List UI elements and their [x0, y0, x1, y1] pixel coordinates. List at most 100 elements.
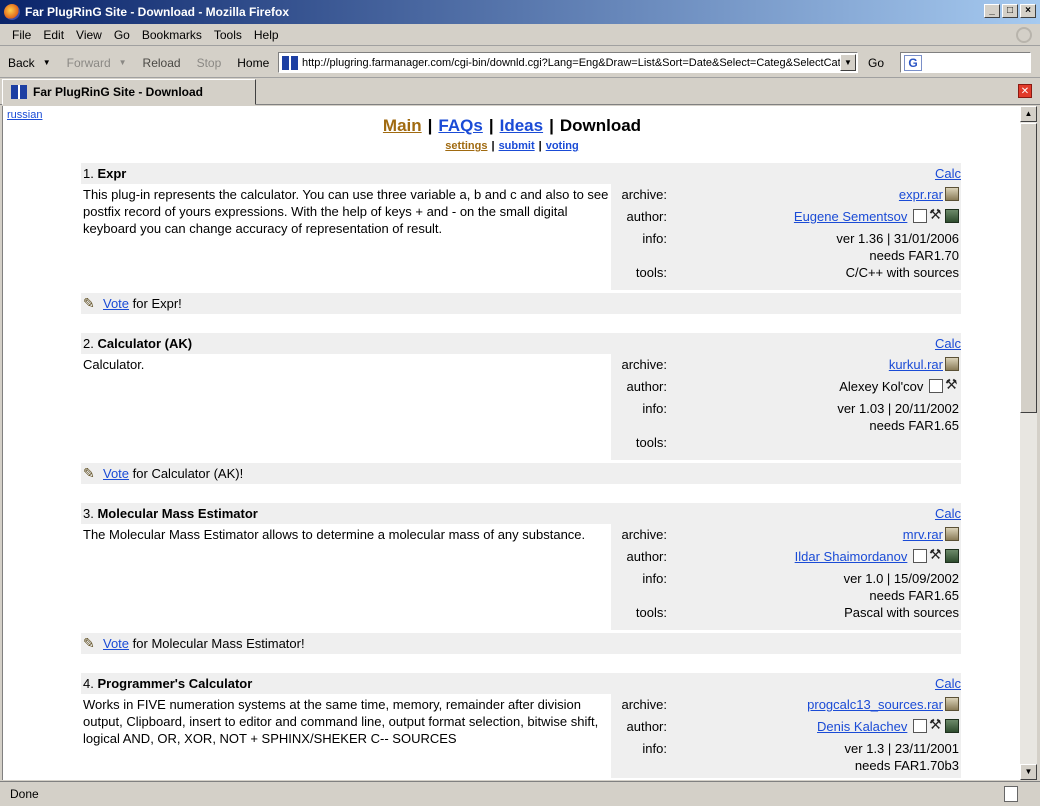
archive-link[interactable]: progcalc13_sources.rar	[807, 697, 943, 712]
google-search-icon[interactable]: G	[904, 54, 922, 71]
close-tab-icon[interactable]: ✕	[1018, 84, 1032, 98]
firefox-icon	[4, 4, 20, 20]
entry-body: Works in FIVE numeration systems at the …	[81, 694, 961, 778]
menu-go[interactable]: Go	[108, 28, 136, 42]
scroll-down-icon[interactable]: ▼	[1020, 764, 1037, 780]
note-icon[interactable]	[913, 719, 927, 733]
archive-label: archive:	[621, 357, 667, 372]
vote-icon	[83, 295, 99, 312]
vertical-scrollbar[interactable]: ▲ ▼	[1020, 106, 1037, 780]
entry-meta: archive: expr.rar author: Eugene Sementsov…	[611, 184, 961, 290]
reload-button[interactable]: Reload	[135, 56, 189, 70]
download-icon[interactable]	[945, 527, 959, 541]
forward-button[interactable]: Forward ▼	[59, 56, 135, 70]
forward-label: Forward	[66, 55, 111, 70]
menu-view[interactable]: View	[70, 28, 108, 42]
scroll-up-icon[interactable]: ▲	[1020, 106, 1037, 122]
tab-favicon-icon	[11, 85, 27, 99]
category-link[interactable]: Calc	[935, 506, 961, 521]
requirement: needs FAR1.70	[869, 248, 959, 263]
version-date: ver 1.36 | 31/01/2006	[836, 231, 959, 246]
note-icon[interactable]	[913, 549, 927, 563]
tools-icon[interactable]	[945, 376, 959, 393]
menu-tools[interactable]: Tools	[208, 28, 248, 42]
archive-link[interactable]: expr.rar	[899, 187, 943, 202]
address-dropdown-icon[interactable]: ▼	[840, 54, 856, 71]
entry-description: This plug-in represents the calculator. …	[83, 187, 609, 236]
vote-for-text: for Calculator (AK)!	[132, 466, 244, 481]
vote-link[interactable]: Vote	[103, 636, 129, 651]
vote-for-text: for Molecular Mass Estimator!	[132, 636, 305, 651]
address-url[interactable]: http://plugring.farmanager.com/cgi-bin/d…	[302, 57, 840, 69]
stop-button[interactable]: Stop	[189, 56, 230, 70]
mail-icon[interactable]	[945, 549, 959, 563]
forward-dropdown-icon[interactable]: ▼	[119, 58, 127, 67]
nav-ideas-link[interactable]: Ideas	[500, 116, 543, 135]
author-label: author:	[626, 209, 667, 224]
nav-separator: |	[549, 116, 554, 135]
back-dropdown-icon[interactable]: ▼	[43, 58, 51, 67]
page-info-icon[interactable]	[1004, 786, 1018, 802]
mail-icon[interactable]	[945, 719, 959, 733]
tools-icon[interactable]	[929, 716, 943, 733]
entry-meta: archive: progcalc13_sources.rar author: De…	[611, 694, 961, 778]
search-input[interactable]: G	[900, 52, 1031, 73]
menu-file[interactable]: File	[6, 28, 37, 42]
author-link[interactable]: Denis Kalachev	[817, 719, 907, 734]
menu-bookmarks[interactable]: Bookmarks	[136, 28, 208, 42]
author-name: Alexey Kol'cov	[839, 379, 924, 394]
back-label: Back	[8, 55, 35, 70]
vote-icon	[83, 635, 99, 652]
back-button[interactable]: Back ▼	[0, 56, 59, 70]
download-icon[interactable]	[945, 357, 959, 371]
archive-link[interactable]: kurkul.rar	[889, 357, 943, 372]
nav-separator: |	[488, 116, 494, 135]
entry-meta: archive: mrv.rar author: Ildar Shaimordano…	[611, 524, 961, 630]
download-icon[interactable]	[945, 697, 959, 711]
category-link[interactable]: Calc	[935, 336, 961, 351]
vote-for-text: for Expr!	[132, 296, 182, 311]
settings-link[interactable]: settings	[445, 140, 487, 152]
voting-link[interactable]: voting	[546, 140, 579, 152]
tab-download[interactable]: Far PlugRinG Site - Download	[2, 79, 256, 105]
author-link[interactable]: Eugene Sementsov	[794, 209, 907, 224]
entry-title: Molecular Mass Estimator	[97, 506, 258, 521]
nav-main-link[interactable]: Main	[383, 116, 422, 135]
submit-link[interactable]: submit	[499, 140, 535, 152]
archive-link[interactable]: mrv.rar	[903, 527, 943, 542]
download-icon[interactable]	[945, 187, 959, 201]
home-button[interactable]: Home	[229, 56, 277, 70]
category-link[interactable]: Calc	[935, 166, 961, 181]
status-bar: Done	[0, 781, 1040, 806]
note-icon[interactable]	[929, 379, 943, 393]
plugin-entry: 3. Molecular Mass Estimator Calc The Mol…	[81, 503, 961, 654]
info-label: info:	[642, 401, 667, 416]
subnav-separator: |	[491, 140, 495, 152]
tools-icon[interactable]	[929, 206, 943, 223]
menu-edit[interactable]: Edit	[37, 28, 70, 42]
minimize-icon[interactable]: _	[984, 4, 1000, 18]
go-button[interactable]: Go	[868, 56, 884, 70]
address-bar[interactable]: http://plugring.farmanager.com/cgi-bin/d…	[278, 52, 858, 73]
category-link[interactable]: Calc	[935, 676, 961, 691]
tools-label: tools:	[635, 265, 667, 280]
vote-row: Vote for Calculator (AK)!	[81, 463, 961, 484]
vote-link[interactable]: Vote	[103, 296, 129, 311]
note-icon[interactable]	[913, 209, 927, 223]
close-icon[interactable]: ×	[1020, 4, 1036, 18]
tools-value: Pascal with sources	[844, 605, 959, 620]
window-titlebar: Far PlugRinG Site - Download - Mozilla F…	[0, 0, 1040, 24]
entry-description: The Molecular Mass Estimator allows to d…	[83, 527, 586, 542]
version-date: ver 1.03 | 20/11/2002	[837, 401, 959, 416]
tab-title: Far PlugRinG Site - Download	[33, 85, 204, 99]
nav-faqs-link[interactable]: FAQs	[438, 116, 482, 135]
menu-help[interactable]: Help	[248, 28, 285, 42]
author-link[interactable]: Ildar Shaimordanov	[795, 549, 908, 564]
tools-icon[interactable]	[929, 546, 943, 563]
mail-icon[interactable]	[945, 209, 959, 223]
tools-value: C/C++ with sources	[845, 265, 959, 280]
scroll-thumb[interactable]	[1020, 123, 1037, 413]
maximize-icon[interactable]: □	[1002, 4, 1018, 18]
info-label: info:	[642, 571, 667, 586]
vote-link[interactable]: Vote	[103, 466, 129, 481]
